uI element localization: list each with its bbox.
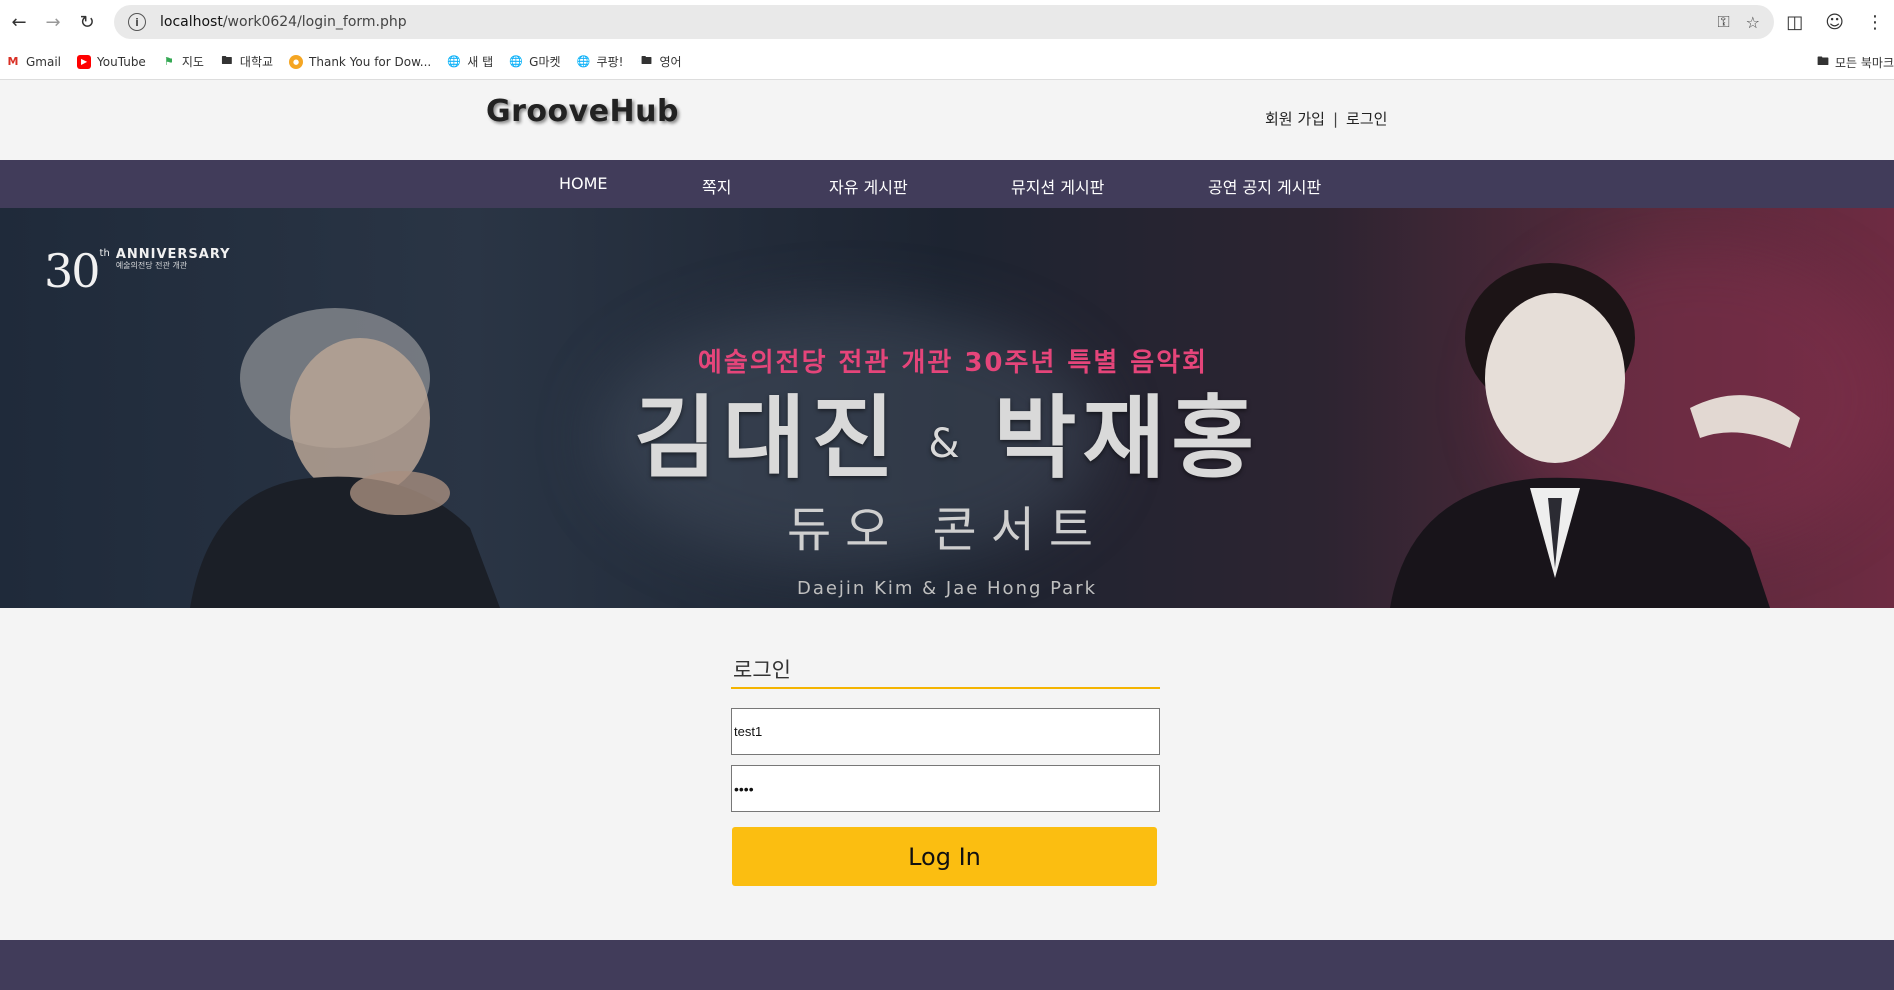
banner-headline: 김대진 & 박재홍 xyxy=(633,386,1260,491)
url-text: localhost/work0624/login_form.php xyxy=(160,14,407,30)
site-icon: ● xyxy=(289,54,304,69)
concert-banner: 30 th ANNIVERSARY 예술의전당 전관 개관 예술의전당 전관 개관… xyxy=(0,208,1894,608)
site-footer xyxy=(0,940,1894,990)
globe-icon: 🌐 xyxy=(509,55,523,68)
site-info-icon[interactable]: i xyxy=(128,13,146,31)
banner-subtitle: 예술의전당 전관 개관 30주년 특별 음악회 xyxy=(697,348,1209,378)
profile-avatar-icon[interactable]: ☺ xyxy=(1825,12,1844,33)
user-id-input[interactable]: test1 xyxy=(731,708,1160,755)
nav-messages[interactable]: 쪽지 xyxy=(702,174,731,198)
browser-toolbar: ← → ↻ i localhost/work0624/login_form.ph… xyxy=(0,0,1894,44)
nav-concert-board[interactable]: 공연 공지 게시판 xyxy=(1208,174,1321,198)
banner-performer-names: Daejin Kim & Jae Hong Park xyxy=(796,578,1098,599)
main-nav: HOME 쪽지 자유 게시판 뮤지션 게시판 공연 공지 게시판 xyxy=(0,160,1894,208)
auth-links: 회원 가입 | 로그인 xyxy=(1265,108,1387,129)
bookmark-folder-english[interactable]: 🖿 영어 xyxy=(639,53,682,70)
address-bar[interactable]: i localhost/work0624/login_form.php ⚿ ☆ xyxy=(114,5,1774,39)
anniversary-badge: 30 th ANNIVERSARY 예술의전당 전관 개관 xyxy=(44,244,231,298)
password-key-icon[interactable]: ⚿ xyxy=(1717,12,1729,32)
folder-icon: 🖿 xyxy=(1816,53,1829,68)
back-arrow-icon[interactable]: ← xyxy=(2,5,36,39)
extensions-icon[interactable]: ◫ xyxy=(1786,12,1803,33)
login-heading: 로그인 xyxy=(731,654,1160,689)
globe-icon: 🌐 xyxy=(447,55,462,68)
bookmark-coupang[interactable]: 🌐 쿠팡! xyxy=(577,53,624,70)
nav-musician-board[interactable]: 뮤지션 게시판 xyxy=(1011,174,1104,198)
bookmarks-bar: M Gmail ▶ YouTube ⚑ 지도 🖿 대학교 ● Thank You for … xyxy=(0,44,1894,80)
bookmark-all-folder[interactable]: 🖿 모든 북마크 xyxy=(1817,44,1894,80)
folder-icon: 🖿 xyxy=(221,54,233,67)
login-link[interactable]: 로그인 xyxy=(1346,108,1387,129)
bookmark-new-tab[interactable]: 🌐 새 탭 xyxy=(447,53,493,70)
site-header: GrooveHub 회원 가입 | 로그인 xyxy=(0,80,1894,160)
auth-separator: | xyxy=(1332,109,1339,128)
gmail-icon: M xyxy=(7,55,19,68)
bookmark-youtube[interactable]: ▶ YouTube xyxy=(77,54,146,69)
folder-icon: 🖿 xyxy=(640,54,652,67)
bookmark-maps[interactable]: ⚑ 지도 xyxy=(162,53,204,70)
bookmark-gmail[interactable]: M Gmail xyxy=(6,55,62,69)
globe-icon: 🌐 xyxy=(576,55,591,68)
forward-arrow-icon[interactable]: → xyxy=(36,5,70,39)
bookmark-folder-university[interactable]: 🖿 대학교 xyxy=(220,53,273,70)
banner-concert-title: 듀오 콘서트 xyxy=(786,502,1108,558)
signup-link[interactable]: 회원 가입 xyxy=(1265,108,1325,129)
bookmark-star-icon[interactable]: ☆ xyxy=(1746,13,1760,32)
password-input[interactable]: •••• xyxy=(731,765,1160,812)
nav-free-board[interactable]: 자유 게시판 xyxy=(829,174,908,198)
youtube-icon: ▶ xyxy=(77,54,92,69)
login-button[interactable]: Log In xyxy=(732,827,1157,886)
nav-home[interactable]: HOME xyxy=(559,174,608,193)
reload-icon[interactable]: ↻ xyxy=(70,5,104,39)
menu-dots-icon[interactable]: ⋮ xyxy=(1866,12,1884,33)
bookmark-thank-you[interactable]: ● Thank You for Dow... xyxy=(289,54,431,69)
site-logo[interactable]: GrooveHub xyxy=(486,94,679,129)
maps-icon: ⚑ xyxy=(163,55,174,68)
bookmark-gmarket[interactable]: 🌐 G마켓 xyxy=(509,53,560,70)
